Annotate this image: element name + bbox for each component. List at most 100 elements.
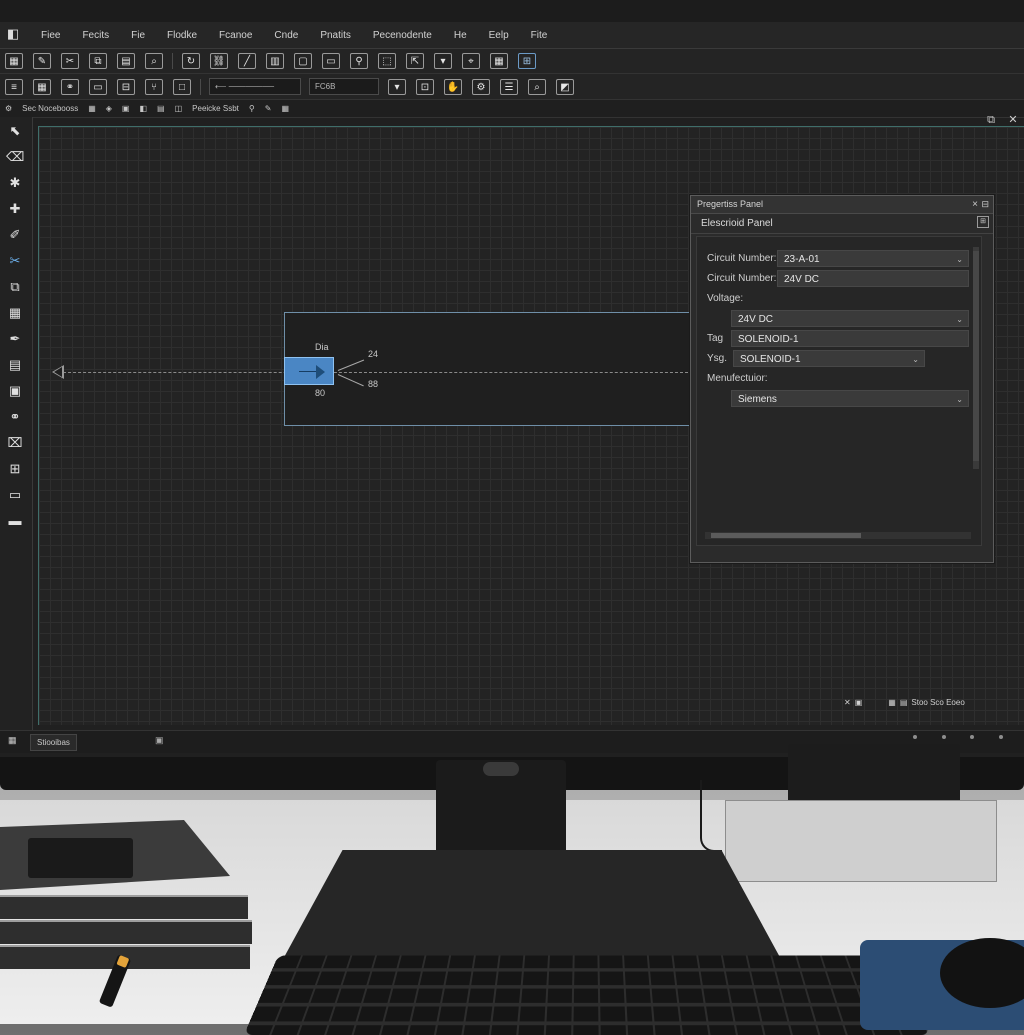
scrollbar-thumb[interactable]: [973, 251, 979, 461]
tool-icon-6[interactable]: ◫: [175, 104, 183, 113]
property-dropdown[interactable]: 24V DC ⌄: [731, 310, 969, 327]
matrix-icon[interactable]: ▦: [33, 78, 51, 95]
star-tool-icon[interactable]: ✱: [6, 175, 24, 191]
table-icon[interactable]: ▦: [490, 53, 508, 69]
property-label[interactable]: Peeicke Ssbt: [192, 104, 239, 113]
copy-tool-icon[interactable]: ⧉: [6, 279, 24, 295]
component-library-icon[interactable]: ⊞: [518, 53, 536, 69]
line-icon[interactable]: ╱: [238, 53, 256, 69]
frame-icon[interactable]: ▢: [294, 53, 312, 69]
table-tool-icon[interactable]: ▭: [6, 487, 24, 503]
scrollbar-thumb[interactable]: [711, 533, 861, 538]
close-icon[interactable]: ×: [972, 196, 978, 213]
wire-line[interactable]: [58, 372, 688, 373]
tool-icon-7[interactable]: ⚲: [249, 104, 255, 113]
tool-icon-9[interactable]: ▦: [281, 104, 289, 113]
grid-snap-icon[interactable]: ▦: [888, 698, 896, 707]
properties-panel-title-bar[interactable]: Pregertiss Panel × ⊟: [691, 196, 993, 214]
sheet-icon[interactable]: ▦: [8, 735, 17, 746]
eraser-tool-icon[interactable]: ⌫: [6, 149, 24, 165]
zoom-icon[interactable]: ⌕: [145, 53, 163, 69]
grid-icon[interactable]: ▤: [117, 53, 135, 69]
cut-icon[interactable]: ✂: [61, 53, 79, 69]
move-tool-icon[interactable]: ✚: [6, 201, 24, 217]
property-dropdown[interactable]: 23-A-01 ⌄: [777, 250, 969, 267]
menu-item-8[interactable]: Pecenodente: [362, 30, 443, 41]
property-field[interactable]: 24V DC: [777, 270, 969, 287]
link-icon[interactable]: ⛓: [210, 53, 228, 69]
tool-icon-8[interactable]: ✎: [265, 104, 272, 113]
menu-item-edit[interactable]: Fecits: [71, 30, 120, 41]
terminal-tool-icon[interactable]: ⊞: [6, 461, 24, 477]
frame-tool-icon[interactable]: ▣: [6, 383, 24, 399]
maximize-icon[interactable]: ◩: [556, 78, 574, 95]
menu-item-7[interactable]: Pnatits: [309, 30, 362, 41]
pin-icon[interactable]: ⚲: [350, 53, 368, 69]
wire-type-select[interactable]: FC6B: [309, 78, 379, 95]
copy-icon[interactable]: ⧉: [89, 53, 107, 69]
menu-item-9[interactable]: He: [443, 30, 478, 41]
tool-icon-2[interactable]: ◈: [106, 104, 112, 113]
menu-item-10[interactable]: Eelp: [478, 30, 520, 41]
property-dropdown[interactable]: Siemens ⌄: [731, 390, 969, 407]
scope-label[interactable]: Sec Nocebooss: [22, 104, 78, 113]
canvas-restore-icon[interactable]: ⧉: [984, 113, 998, 127]
sheet-tab[interactable]: Stiooibas: [30, 734, 77, 751]
pen-tool-icon[interactable]: ✒: [6, 331, 24, 347]
tool-icon-3[interactable]: ▣: [122, 104, 130, 113]
panel-options-icon[interactable]: ⊞: [977, 216, 989, 228]
brush-tool-icon[interactable]: ✐: [6, 227, 24, 243]
branch-icon[interactable]: ⑂: [145, 78, 163, 95]
hand-icon[interactable]: ✋: [444, 78, 462, 95]
search-icon[interactable]: ⌕: [528, 78, 546, 95]
chevron-down-icon[interactable]: ▾: [388, 78, 406, 95]
rectangle-icon[interactable]: □: [173, 78, 191, 95]
menu-item-3[interactable]: Fie: [120, 30, 156, 41]
gear-icon[interactable]: ⚙: [5, 104, 12, 113]
wire-tool-icon[interactable]: ✂: [6, 253, 24, 269]
tool-icon-1[interactable]: ▦: [88, 104, 96, 113]
ortho-icon[interactable]: ▤: [900, 698, 908, 707]
cursor-icon[interactable]: ⌖: [462, 53, 480, 69]
select-tool-icon[interactable]: ⬉: [6, 123, 24, 139]
rotate-icon[interactable]: ↻: [182, 53, 200, 69]
close-small-icon[interactable]: ✕: [844, 698, 851, 707]
pencil-icon[interactable]: ✎: [33, 53, 51, 69]
line-style-select[interactable]: ⟵ ────────: [209, 78, 301, 95]
menu-item-4[interactable]: Flodke: [156, 30, 208, 41]
panel-icon[interactable]: ▭: [322, 53, 340, 69]
panel-tool-icon[interactable]: ▤: [6, 357, 24, 373]
dropdown-chevron-icon[interactable]: ▾: [434, 53, 452, 69]
schematic-frame[interactable]: [284, 312, 696, 426]
horizontal-scrollbar[interactable]: [705, 532, 971, 539]
chevron-down-icon[interactable]: ⌄: [956, 311, 963, 328]
menu-item-11[interactable]: Fite: [520, 30, 559, 41]
export-icon[interactable]: ⇱: [406, 53, 424, 69]
chevron-down-icon[interactable]: ⌄: [956, 251, 963, 268]
zoom-window-icon[interactable]: ⊡: [416, 78, 434, 95]
canvas-close-icon[interactable]: ✕: [1006, 113, 1020, 127]
chevron-down-icon[interactable]: ⌄: [956, 391, 963, 408]
group-icon[interactable]: ⊟: [117, 78, 135, 95]
pin-icon[interactable]: ⊟: [981, 196, 989, 213]
property-field[interactable]: SOLENOID-1: [731, 330, 969, 347]
window-icon[interactable]: ▭: [89, 78, 107, 95]
select-icon[interactable]: ⬚: [378, 53, 396, 69]
tool-icon-5[interactable]: ▤: [157, 104, 165, 113]
property-dropdown[interactable]: SOLENOID-1 ⌄: [733, 350, 925, 367]
solenoid-symbol[interactable]: [284, 357, 334, 385]
align-icon[interactable]: ≡: [5, 78, 23, 95]
list-icon[interactable]: ☰: [500, 78, 518, 95]
chevron-down-icon[interactable]: ⌄: [912, 351, 919, 368]
menu-item-6[interactable]: Cnde: [263, 30, 309, 41]
new-file-icon[interactable]: ▦: [5, 53, 23, 69]
vertical-scrollbar[interactable]: [973, 247, 979, 469]
cable-tool-icon[interactable]: ▬: [6, 513, 24, 529]
link-tool-icon[interactable]: ⚭: [6, 409, 24, 425]
menu-item-file[interactable]: Fiee: [30, 30, 71, 41]
trash-tool-icon[interactable]: ⌧: [6, 435, 24, 451]
component-tool-icon[interactable]: ▦: [6, 305, 24, 321]
menu-item-5[interactable]: Fcanoe: [208, 30, 263, 41]
box-icon[interactable]: ▣: [855, 698, 863, 707]
tool-icon-4[interactable]: ◧: [139, 104, 147, 113]
